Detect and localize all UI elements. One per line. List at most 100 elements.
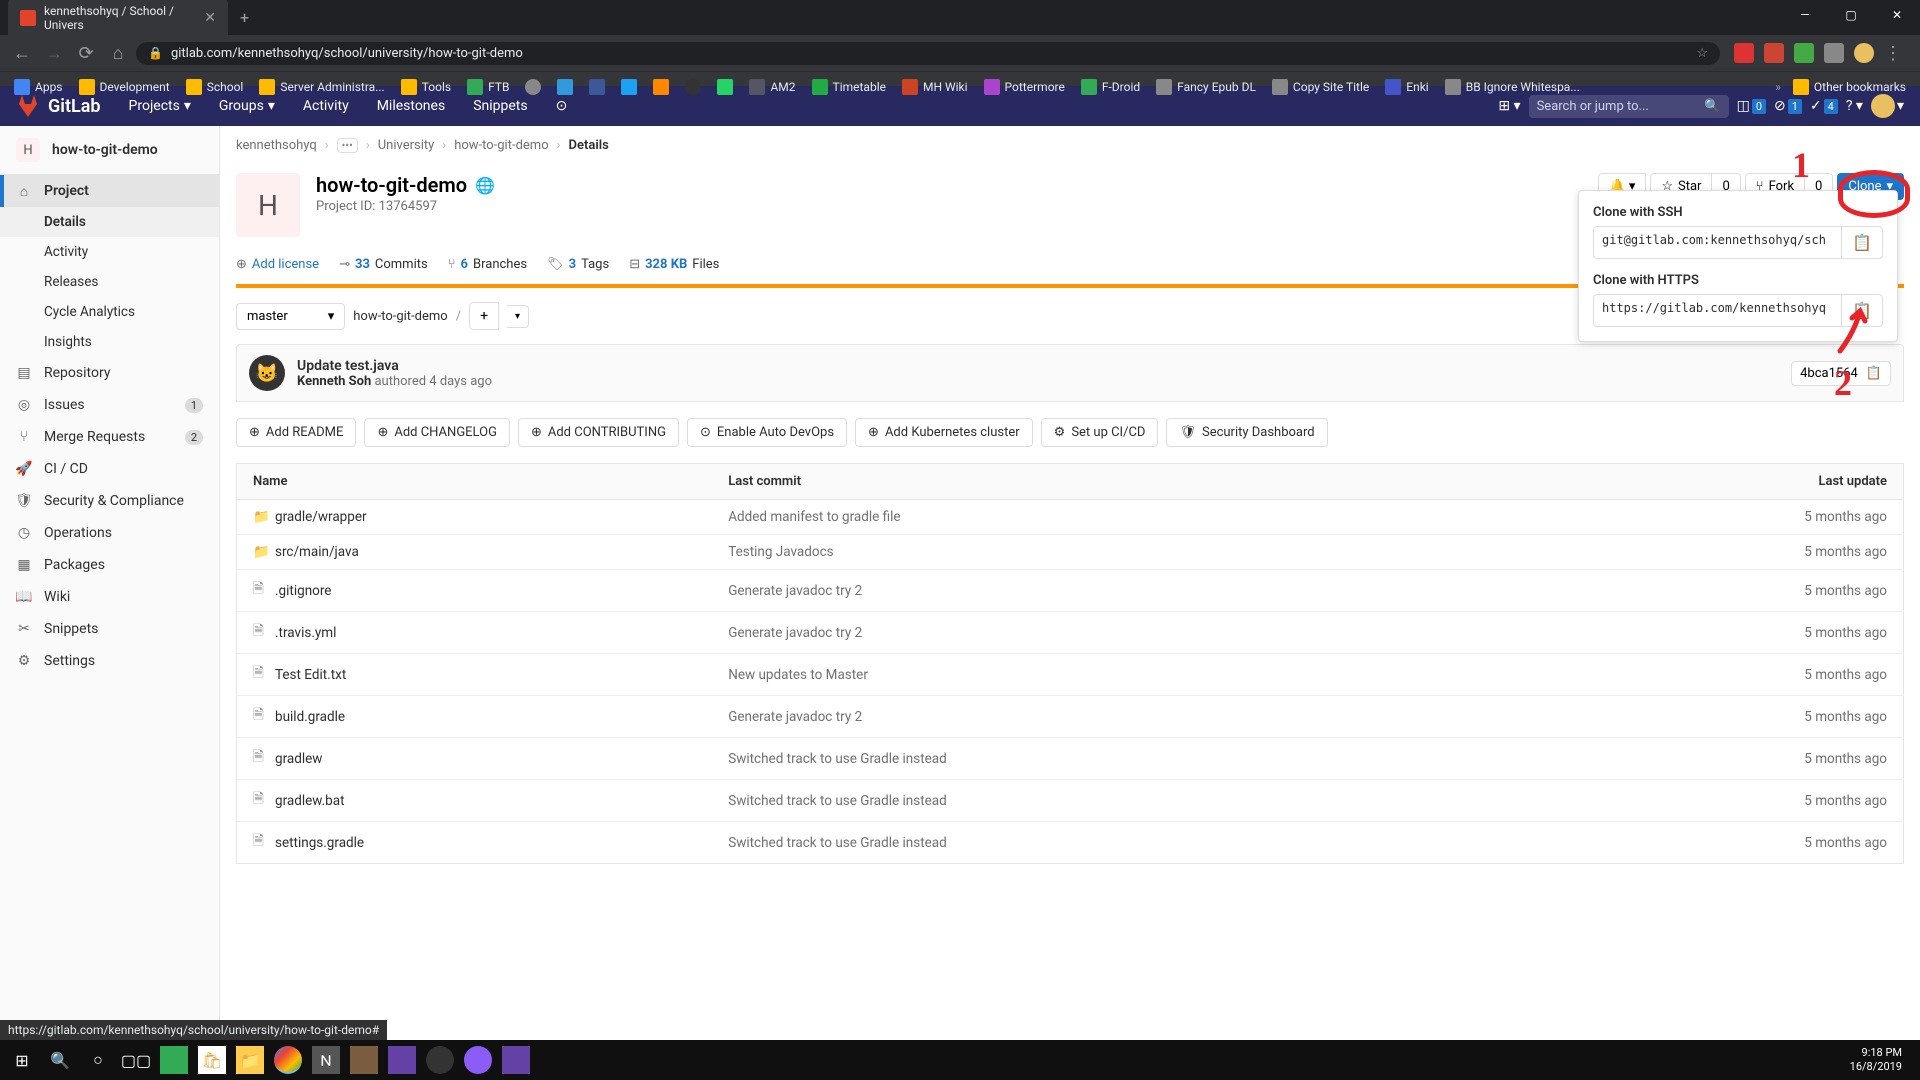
todos-shortcut[interactable]: ✓ 4 — [1810, 98, 1838, 114]
sidebar-item-cicd[interactable]: 🚀CI / CD — [0, 453, 219, 485]
cortana-button[interactable]: ○ — [84, 1046, 112, 1074]
action-button[interactable]: ⊕Add README — [236, 418, 356, 447]
breadcrumb-more[interactable]: ••• — [337, 138, 358, 153]
file-link[interactable]: 🗎Test Edit.txt — [253, 663, 696, 686]
star-icon[interactable]: ☆ — [1696, 46, 1708, 61]
action-button[interactable]: ⚙Set up CI/CD — [1041, 418, 1159, 447]
bookmark[interactable]: AM2 — [745, 77, 799, 97]
ext-icon[interactable] — [1764, 43, 1784, 63]
commit-link[interactable]: Generate javadoc try 2 — [728, 583, 862, 599]
bookmark[interactable] — [713, 77, 737, 97]
sidebar-item-settings[interactable]: ⚙Settings — [0, 645, 219, 677]
nav-projects[interactable]: Projects ▾ — [117, 88, 203, 124]
address-bar[interactable]: 🔒 gitlab.com/kennethsohyq/school/univers… — [136, 42, 1720, 65]
nav-groups[interactable]: Groups ▾ — [207, 88, 287, 124]
taskbar-chrome[interactable] — [274, 1046, 302, 1074]
window-maximize[interactable]: ▢ — [1828, 0, 1874, 30]
nav-forward[interactable]: → — [40, 39, 68, 67]
file-link[interactable]: 📁src/main/java — [253, 544, 696, 560]
sidebar-item-project[interactable]: ⌂Project — [0, 175, 219, 207]
taskbar-app[interactable] — [388, 1046, 416, 1074]
taskbar-app[interactable]: N — [312, 1046, 340, 1074]
breadcrumb-item[interactable]: kennethsohyq — [236, 138, 317, 153]
plus-dropdown[interactable]: ⊞ ▾ — [1498, 98, 1520, 114]
nav-reload[interactable]: ⟳ — [72, 39, 100, 67]
sidebar-sub-details[interactable]: Details — [0, 207, 219, 237]
nav-home[interactable]: ⌂ — [104, 39, 132, 67]
gitlab-logo[interactable]: GitLab — [16, 94, 101, 118]
ext-icon[interactable] — [1794, 43, 1814, 63]
commit-title[interactable]: Update test.java — [297, 358, 492, 374]
bookmark[interactable] — [617, 77, 641, 97]
file-link[interactable]: 📁gradle/wrapper — [253, 509, 696, 525]
sidebar-item-repository[interactable]: ▤Repository — [0, 357, 219, 389]
sidebar-sub-activity[interactable]: Activity — [0, 237, 219, 267]
start-button[interactable]: ⊞ — [8, 1046, 36, 1074]
avatar-icon[interactable] — [1854, 43, 1874, 63]
taskbar-explorer[interactable]: 📁 — [236, 1046, 264, 1074]
sidebar-item-operations[interactable]: ◷Operations — [0, 517, 219, 549]
bookmark[interactable]: Fancy Epub DL — [1152, 77, 1260, 97]
bookmark[interactable] — [585, 77, 609, 97]
commit-link[interactable]: Switched track to use Gradle instead — [728, 751, 947, 767]
nav-ops[interactable]: ⊙ — [544, 88, 580, 124]
file-link[interactable]: 🗎.travis.yml — [253, 621, 696, 644]
file-link[interactable]: 🗎gradlew.bat — [253, 789, 696, 812]
commit-link[interactable]: Generate javadoc try 2 — [728, 625, 862, 641]
sidebar-item-wiki[interactable]: 📖Wiki — [0, 581, 219, 613]
commit-link[interactable]: Generate javadoc try 2 — [728, 709, 862, 725]
commits-link[interactable]: ⊸33 Commits — [339, 257, 428, 272]
ext-icon[interactable] — [1734, 43, 1754, 63]
sidebar-item-security[interactable]: 🛡Security & Compliance — [0, 485, 219, 517]
taskbar-app[interactable] — [426, 1046, 454, 1074]
mr-shortcut[interactable]: ⊘ 1 — [1774, 98, 1802, 114]
copy-icon[interactable]: 📋 — [1866, 366, 1882, 381]
issues-shortcut[interactable]: ◫ 0 — [1737, 98, 1766, 114]
bookmark[interactable] — [649, 77, 673, 97]
add-license-link[interactable]: ⊕Add license — [236, 257, 319, 272]
taskbar-app[interactable] — [350, 1046, 378, 1074]
file-link[interactable]: 🗎build.gradle — [253, 705, 696, 728]
taskbar-app[interactable] — [502, 1046, 530, 1074]
action-button[interactable]: ⊕Add Kubernetes cluster — [855, 418, 1033, 447]
sidebar-sub-releases[interactable]: Releases — [0, 267, 219, 297]
files-link[interactable]: ⊟328 KB Files — [629, 257, 719, 272]
nav-back[interactable]: ← — [8, 39, 36, 67]
sidebar-item-packages[interactable]: ▦Packages — [0, 549, 219, 581]
search-field[interactable]: Search or jump to... 🔍 — [1529, 95, 1729, 118]
action-button[interactable]: ⊕Add CONTRIBUTING — [518, 418, 679, 447]
commit-link[interactable]: Switched track to use Gradle instead — [728, 793, 947, 809]
task-view[interactable]: ▢▢ — [122, 1046, 150, 1074]
tags-link[interactable]: 🏷3 Tags — [547, 257, 609, 272]
commit-sha[interactable]: 4bca1564 📋 — [1791, 361, 1891, 386]
copy-https-button[interactable]: 📋 — [1842, 294, 1883, 327]
sidebar-sub-insights[interactable]: Insights — [0, 327, 219, 357]
menu-icon[interactable]: ⋮ — [1884, 43, 1902, 64]
bookmark[interactable] — [681, 77, 705, 97]
bookmark[interactable]: Copy Site Title — [1268, 77, 1373, 97]
sidebar-item-issues[interactable]: ◎Issues1 — [0, 389, 219, 421]
commit-link[interactable]: Added manifest to gradle file — [728, 509, 900, 525]
help-dropdown[interactable]: ? ▾ — [1846, 98, 1863, 114]
taskbar-app[interactable]: 🛍 — [198, 1046, 226, 1074]
commit-link[interactable]: Switched track to use Gradle instead — [728, 835, 947, 851]
taskbar-app[interactable] — [160, 1046, 188, 1074]
taskbar-app[interactable] — [464, 1046, 492, 1074]
close-tab-icon[interactable]: ✕ — [204, 10, 216, 26]
branch-selector[interactable]: master▾ — [236, 303, 345, 330]
system-clock[interactable]: 9:18 PM 16/8/2019 — [1850, 1046, 1912, 1075]
copy-ssh-button[interactable]: 📋 — [1842, 226, 1883, 259]
add-file-button[interactable]: + — [469, 302, 499, 330]
browser-tab[interactable]: kennethsohyq / School / Univers ✕ — [8, 0, 228, 40]
sidebar-item-mr[interactable]: ⑂Merge Requests2 — [0, 421, 219, 453]
file-link[interactable]: 🗎gradlew — [253, 747, 696, 770]
commit-link[interactable]: New updates to Master — [728, 667, 868, 683]
clone-https-url[interactable]: https://gitlab.com/kennethsohyq — [1593, 294, 1842, 327]
ext-icon[interactable] — [1824, 43, 1844, 63]
window-minimize[interactable]: — — [1782, 0, 1828, 30]
file-link[interactable]: 🗎.gitignore — [253, 579, 696, 602]
new-tab-button[interactable]: + — [240, 8, 249, 27]
user-menu[interactable]: ▾ — [1871, 94, 1904, 118]
file-link[interactable]: 🗎settings.gradle — [253, 831, 696, 854]
breadcrumb-item[interactable]: how-to-git-demo — [454, 138, 548, 153]
